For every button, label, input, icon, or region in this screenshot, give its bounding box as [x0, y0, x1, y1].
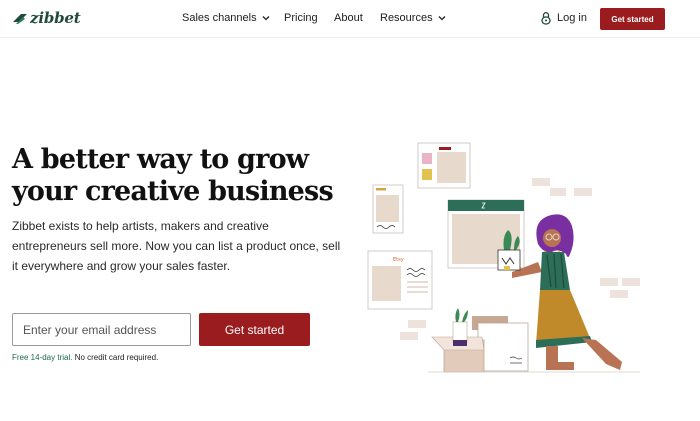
zibbet-logo-icon — [13, 14, 27, 24]
lock-icon — [541, 12, 551, 25]
email-field[interactable] — [12, 313, 191, 346]
nav-about[interactable]: About — [334, 12, 363, 24]
product-card-top — [417, 142, 471, 189]
nav-sales-channels[interactable]: Sales channels — [182, 12, 270, 24]
nav-pricing-label: Pricing — [284, 12, 318, 24]
hero-illustration: Etsy — [367, 142, 640, 373]
trial-highlight: Free 14-day trial. — [12, 353, 73, 362]
hero-subtext: Zibbet exists to help artists, makers an… — [12, 219, 341, 273]
login-link[interactable]: Log in — [540, 11, 587, 25]
nav-resources-label: Resources — [380, 12, 433, 24]
nav-resources[interactable]: Resources — [380, 12, 446, 24]
hero-get-started-button[interactable]: Get started — [199, 313, 310, 346]
header-get-started-button[interactable]: Get started — [600, 8, 665, 30]
trial-rest: No credit card required. — [72, 353, 159, 362]
zibbet-logo[interactable]: zibbet — [12, 9, 81, 27]
etsy-listing-card: Etsy — [367, 250, 433, 310]
chevron-down-icon — [262, 16, 270, 21]
hero-headline: A better way to grow your creative busin… — [12, 144, 334, 207]
product-card-left — [372, 184, 404, 234]
etsy-label: Etsy — [393, 257, 404, 263]
login-label: Log in — [557, 12, 587, 24]
nav-pricing[interactable]: Pricing — [284, 12, 318, 24]
nav-about-label: About — [334, 12, 363, 24]
nav-sales-channels-label: Sales channels — [182, 12, 257, 24]
trial-note: Free 14-day trial. No credit card requir… — [12, 353, 158, 362]
chevron-down-icon — [438, 16, 446, 21]
woman-character — [512, 214, 622, 370]
logo-text: zibbet — [30, 9, 81, 27]
site-header: zibbet Sales channels Pricing About Reso… — [0, 0, 700, 38]
